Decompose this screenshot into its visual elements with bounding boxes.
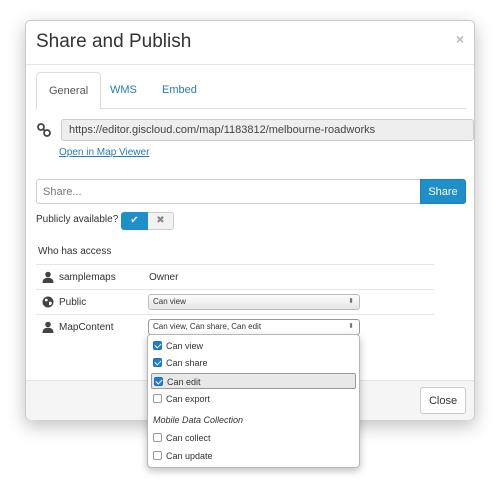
access-name: Public — [59, 297, 87, 308]
dialog-header: Share and Publish × — [26, 21, 474, 65]
option-can-update[interactable]: Can update — [151, 448, 356, 464]
user-icon — [42, 321, 54, 333]
access-name: samplemaps — [59, 272, 116, 283]
option-label: Can update — [166, 451, 213, 461]
checkbox-checked[interactable] — [153, 358, 162, 367]
access-role: Owner — [149, 272, 179, 283]
close-button[interactable]: Close — [420, 387, 466, 414]
open-in-map-viewer-link[interactable]: Open in Map Viewer — [59, 147, 149, 158]
tab-wms[interactable]: WMS — [98, 72, 149, 109]
mapcontent-permission-select[interactable]: Can view, Can share, Can edit ⬍ — [148, 319, 360, 335]
toggle-on-check-icon[interactable]: ✔ — [121, 212, 148, 230]
map-url-field[interactable]: https://editor.giscloud.com/map/1183812/… — [61, 119, 474, 141]
permission-dropdown: Can view Can share Can edit Can export M… — [147, 334, 360, 468]
share-row: Share — [36, 179, 466, 204]
dialog-title: Share and Publish — [36, 31, 192, 52]
share-button[interactable]: Share — [420, 179, 466, 204]
option-can-view[interactable]: Can view — [151, 338, 356, 354]
option-can-edit[interactable]: Can edit — [151, 373, 356, 389]
access-name: MapContent — [59, 322, 114, 333]
permission-value: Can view — [153, 297, 186, 306]
share-input[interactable] — [36, 179, 420, 204]
link-icon — [37, 123, 51, 137]
checkbox-unchecked[interactable] — [153, 394, 162, 403]
option-label: Can collect — [166, 433, 211, 443]
checkbox-unchecked[interactable] — [153, 433, 162, 442]
mobile-data-collection-heading: Mobile Data Collection — [153, 415, 244, 425]
user-icon — [42, 271, 54, 283]
checkbox-checked[interactable] — [153, 341, 162, 350]
checkbox-checked[interactable] — [154, 377, 163, 386]
tab-bar: General WMS Embed — [36, 72, 466, 110]
tab-embed[interactable]: Embed — [150, 72, 209, 109]
option-can-export[interactable]: Can export — [151, 391, 356, 407]
public-permission-select[interactable]: Can view ⬍ — [148, 294, 360, 310]
toggle-off-x-icon[interactable]: ✖ — [148, 212, 174, 230]
public-toggle: ✔ ✖ — [121, 212, 175, 230]
access-row-public: Public Can view ⬍ — [36, 289, 434, 314]
option-label: Can edit — [167, 377, 201, 387]
option-label: Can view — [166, 341, 204, 351]
close-icon[interactable]: × — [456, 31, 464, 47]
checkbox-unchecked[interactable] — [153, 451, 162, 460]
access-row-samplemaps: samplemaps Owner — [36, 264, 434, 289]
permission-value: Can view, Can share, Can edit — [153, 322, 262, 331]
select-arrows-icon: ⬍ — [348, 298, 354, 305]
option-can-collect[interactable]: Can collect — [151, 430, 356, 446]
globe-icon — [42, 296, 54, 308]
public-toggle-row: Publicly available? ✔ ✖ — [36, 212, 236, 230]
option-can-share[interactable]: Can share — [151, 355, 356, 371]
who-has-access-heading: Who has access — [38, 246, 112, 257]
tab-general[interactable]: General — [36, 72, 102, 110]
option-label: Can share — [166, 358, 208, 368]
publicly-available-label: Publicly available? — [36, 214, 119, 225]
select-arrows-icon: ⬍ — [348, 323, 354, 330]
option-label: Can export — [166, 394, 211, 404]
map-link-row: https://editor.giscloud.com/map/1183812/… — [36, 119, 474, 143]
